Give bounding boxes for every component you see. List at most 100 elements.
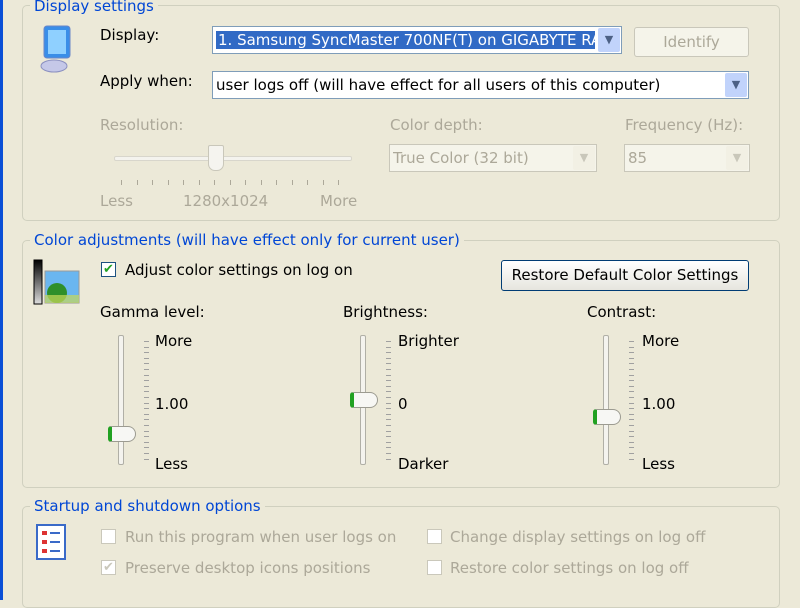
checkmark-icon: ✔ <box>103 262 114 277</box>
contrast-tick <box>629 413 634 415</box>
adjust-color-checkbox[interactable]: ✔ <box>101 262 116 277</box>
frequency-select[interactable]: 85 ▼ <box>624 144 750 172</box>
gamma-tick <box>144 385 149 387</box>
contrast-tick <box>629 458 634 460</box>
brightness-tick <box>386 425 391 426</box>
gamma-label: Gamma level: <box>100 303 205 321</box>
gamma-top-label: More <box>155 332 193 350</box>
gamma-tick <box>144 357 149 359</box>
identify-button[interactable]: Identify <box>634 27 749 57</box>
contrast-tick <box>629 357 634 359</box>
gamma-tick <box>144 374 149 376</box>
contrast-tick <box>629 385 634 387</box>
chevron-down-icon[interactable]: ▼ <box>598 28 620 52</box>
brightness-tick <box>386 436 391 438</box>
resolution-more: More <box>320 192 358 210</box>
gamma-tick <box>144 402 149 404</box>
brightness-tick <box>386 352 391 354</box>
resolution-tick <box>291 180 293 185</box>
brightness-tick <box>386 430 391 432</box>
contrast-tick <box>629 346 634 348</box>
resolution-tick <box>229 180 231 185</box>
contrast-slider-thumb[interactable] <box>593 408 621 425</box>
brightness-tick <box>386 363 391 365</box>
brightness-tick <box>386 441 391 443</box>
gamma-tick <box>144 425 149 426</box>
contrast-tick <box>629 369 634 370</box>
resolution-tick <box>183 180 184 185</box>
contrast-slider-track[interactable] <box>603 335 609 465</box>
gamma-tick <box>144 419 149 421</box>
gamma-tick <box>144 453 149 454</box>
resolution-tick <box>322 180 324 185</box>
brightness-top-label: Brighter <box>398 332 459 350</box>
color-depth-value: True Color (32 bit) <box>393 149 529 167</box>
display-select-value: 1. Samsung SyncMaster 700NF(T) on GIGABY… <box>215 30 596 50</box>
gamma-slider-thumb[interactable] <box>108 426 136 443</box>
color-depth-select[interactable]: True Color (32 bit) ▼ <box>389 144 597 172</box>
resolution-slider-thumb[interactable] <box>208 145 225 171</box>
gamma-slider-track[interactable] <box>118 335 124 465</box>
change-display-checkbox[interactable] <box>427 529 442 544</box>
brightness-tick <box>386 341 391 342</box>
gamma-bottom-label: Less <box>155 455 188 473</box>
contrast-label: Contrast: <box>587 303 657 321</box>
resolution-tick <box>245 180 246 185</box>
brightness-bottom-label: Darker <box>398 455 449 473</box>
brightness-tick <box>386 458 391 460</box>
startup-legend: Startup and shutdown options <box>30 497 265 515</box>
color-adjustments-legend: Color adjustments (will have effect only… <box>30 231 464 249</box>
brightness-tick <box>386 369 391 370</box>
gamma-tick <box>144 441 149 443</box>
chevron-down-icon[interactable]: ▼ <box>725 73 747 97</box>
run-program-checkbox[interactable] <box>101 529 116 544</box>
display-label: Display: <box>100 26 160 44</box>
resolution-slider-track[interactable] <box>114 156 352 161</box>
gamma-tick <box>144 408 149 410</box>
gamma-tick <box>144 363 149 365</box>
brightness-tick <box>386 385 391 387</box>
gamma-tick <box>144 436 149 438</box>
contrast-tick <box>629 391 634 393</box>
display-select[interactable]: 1. Samsung SyncMaster 700NF(T) on GIGABY… <box>212 26 622 54</box>
contrast-tick <box>629 352 634 354</box>
contrast-tick <box>629 453 634 454</box>
chevron-down-icon[interactable]: ▼ <box>726 146 748 170</box>
resolution-tick <box>152 180 153 185</box>
contrast-tick <box>629 408 634 410</box>
resolution-tick <box>136 180 138 185</box>
gamma-tick <box>144 397 149 398</box>
brightness-tick <box>386 453 391 454</box>
contrast-tick <box>629 402 634 404</box>
restore-default-color-button[interactable]: Restore Default Color Settings <box>501 260 749 291</box>
brightness-tick <box>386 447 391 449</box>
contrast-top-label: More <box>642 332 680 350</box>
brightness-tick <box>386 413 391 415</box>
brightness-tick <box>386 374 391 376</box>
brightness-tick <box>386 391 391 393</box>
brightness-tick <box>386 419 391 421</box>
gamma-tick <box>144 447 149 449</box>
contrast-tick <box>629 341 634 342</box>
gamma-tick <box>144 413 149 415</box>
frequency-value: 85 <box>628 149 648 167</box>
resolution-tick <box>198 180 200 185</box>
gamma-tick <box>144 380 149 382</box>
apply-when-select[interactable]: user logs off (will have effect for all … <box>212 71 749 99</box>
preserve-icons-label: Preserve desktop icons positions <box>125 559 371 577</box>
chevron-down-icon[interactable]: ▼ <box>573 146 595 170</box>
resolution-tick <box>121 180 122 185</box>
apply-when-value: user logs off (will have effect for all … <box>216 76 661 94</box>
preserve-icons-checkbox[interactable]: ✔ <box>101 560 116 575</box>
resolution-value: 1280x1024 <box>183 192 269 210</box>
checklist-icon <box>36 524 66 560</box>
contrast-tick <box>629 363 634 365</box>
brightness-slider-thumb[interactable] <box>350 392 378 408</box>
color-picture-icon <box>33 259 80 305</box>
gamma-tick <box>144 352 149 354</box>
run-program-label: Run this program when user logs on <box>125 528 397 546</box>
gamma-tick <box>144 341 149 342</box>
gamma-tick <box>144 458 149 460</box>
adjust-color-label[interactable]: Adjust color settings on log on <box>125 261 353 279</box>
restore-color-checkbox[interactable] <box>427 560 442 575</box>
